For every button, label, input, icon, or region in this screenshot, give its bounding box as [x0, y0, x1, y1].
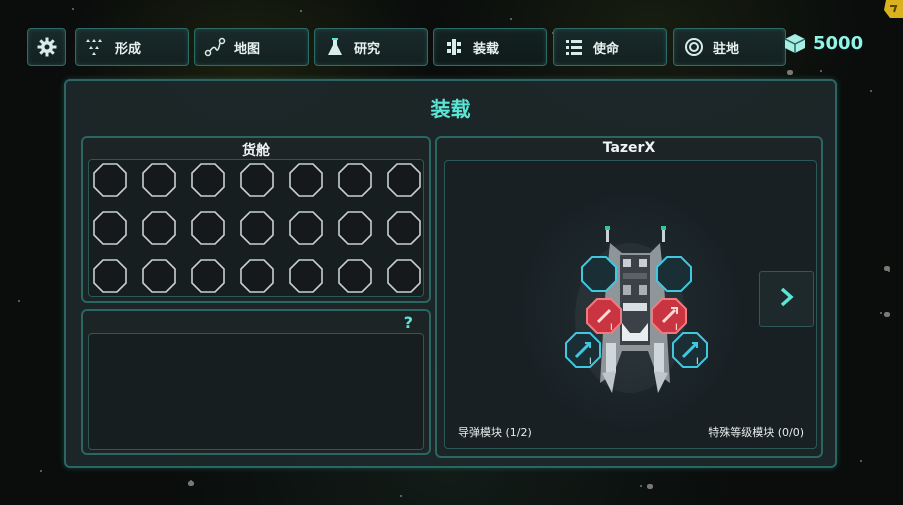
tab-formation[interactable]: 形成	[75, 28, 189, 66]
tab-map[interactable]: 地图	[194, 28, 309, 66]
cargo-slot[interactable]	[338, 163, 372, 197]
list-icon	[563, 36, 585, 58]
ship-view: I I I I 导弹模块 (1/2) 特殊等级模块 (0/0)	[444, 160, 817, 449]
asteroid	[884, 266, 890, 271]
cargo-slot[interactable]	[142, 259, 176, 293]
weapon-slot-right[interactable]: I	[651, 298, 687, 334]
cargo-slot[interactable]	[142, 163, 176, 197]
currency-amount: 5000	[813, 32, 864, 54]
asteroid	[647, 484, 653, 489]
tab-research-label: 研究	[354, 41, 381, 57]
star	[870, 90, 872, 92]
star	[640, 485, 642, 487]
cargo-slot[interactable]	[142, 211, 176, 245]
tab-map-label: 地图	[234, 41, 261, 57]
ship-panel: TazerX I I I I 导弹模块 (1/2) 特殊等级模块 (0/0)	[435, 136, 823, 458]
cargo-slot[interactable]	[93, 211, 127, 245]
cargo-panel: 货舱	[81, 136, 431, 303]
next-ship-button[interactable]	[759, 271, 814, 327]
module-slot-top-left[interactable]	[581, 256, 617, 292]
svg-text:I: I	[610, 323, 613, 333]
cargo-slot[interactable]	[289, 163, 323, 197]
cargo-slot[interactable]	[387, 211, 421, 245]
asteroid	[787, 70, 793, 75]
module-slot-top-right[interactable]	[656, 256, 692, 292]
loadout-panel: 装载 货舱 ? TazerX I I I I 导弹模块 (1/2) 特殊等级模块…	[64, 79, 837, 468]
star	[880, 312, 882, 314]
cargo-slot[interactable]	[338, 211, 372, 245]
page-title: 装载	[430, 97, 471, 121]
tab-research[interactable]: 研究	[314, 28, 428, 66]
cargo-grid	[88, 159, 424, 297]
loadout-icon	[443, 36, 465, 58]
missile-slot-right[interactable]: I	[672, 332, 708, 368]
star	[40, 470, 42, 472]
tab-base[interactable]: 驻地	[673, 28, 786, 66]
star	[400, 495, 402, 497]
flask-icon	[324, 36, 346, 58]
cargo-slot[interactable]	[191, 163, 225, 197]
ship-name: TazerX	[602, 140, 656, 156]
help-button[interactable]: ?	[404, 313, 413, 332]
cargo-slot[interactable]	[338, 259, 372, 293]
tab-missions-label: 使命	[593, 41, 620, 57]
cargo-slot[interactable]	[387, 259, 421, 293]
cargo-slot[interactable]	[387, 163, 421, 197]
map-route-icon	[204, 36, 226, 58]
formation-icon	[85, 36, 107, 58]
special-module-count: 特殊等级模块 (0/0)	[708, 426, 804, 439]
resource-cube-icon	[783, 32, 807, 54]
gear-icon	[36, 36, 58, 58]
asteroid	[884, 312, 890, 317]
cargo-slot[interactable]	[240, 163, 274, 197]
cargo-slot[interactable]	[191, 211, 225, 245]
cargo-title: 货舱	[242, 143, 270, 159]
asteroid	[188, 481, 194, 486]
cargo-slot[interactable]	[240, 211, 274, 245]
cargo-slot[interactable]	[240, 259, 274, 293]
tab-base-label: 驻地	[713, 41, 740, 57]
star	[72, 8, 74, 10]
star	[820, 70, 822, 72]
star	[510, 18, 512, 20]
missile-module-count: 导弹模块 (1/2)	[458, 426, 532, 439]
svg-text:I: I	[589, 357, 592, 367]
missile-slot-left[interactable]: I	[565, 332, 601, 368]
cargo-slot[interactable]	[93, 163, 127, 197]
item-description-box	[88, 333, 424, 450]
tab-missions[interactable]: 使命	[553, 28, 667, 66]
tab-loadout[interactable]: 装载	[433, 28, 547, 66]
currency-display: 5000	[783, 32, 863, 54]
cargo-slot[interactable]	[289, 259, 323, 293]
star	[300, 10, 302, 12]
star	[860, 460, 862, 462]
tab-formation-label: 形成	[115, 41, 142, 57]
svg-text:I: I	[696, 357, 699, 367]
item-info-panel: ?	[81, 309, 431, 455]
chevron-right-icon	[778, 286, 796, 312]
star	[18, 300, 20, 302]
tab-loadout-label: 装载	[473, 41, 500, 57]
settings-button[interactable]	[27, 28, 66, 66]
gear-base-icon	[683, 36, 705, 58]
weapon-slot-left[interactable]: I	[586, 298, 622, 334]
cargo-slot[interactable]	[93, 259, 127, 293]
cargo-slot[interactable]	[191, 259, 225, 293]
cargo-slot[interactable]	[289, 211, 323, 245]
alert-badge-icon	[880, 0, 903, 20]
